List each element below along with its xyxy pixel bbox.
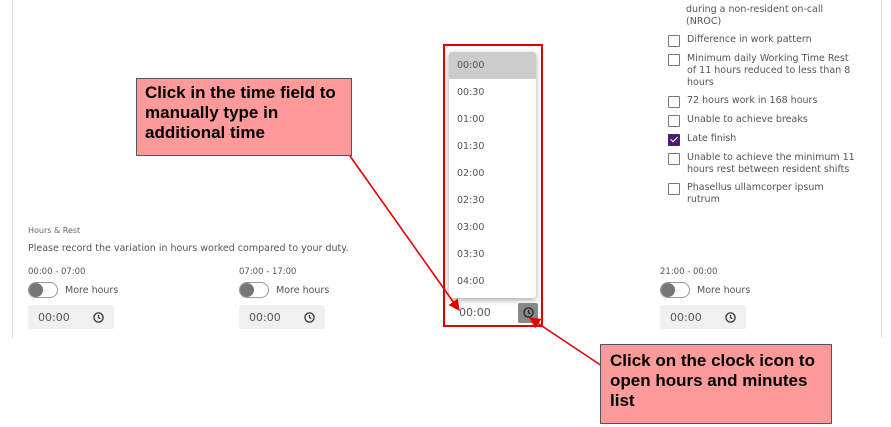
checkbox-icon[interactable]: [668, 183, 680, 195]
time-option[interactable]: 03:00: [449, 214, 536, 241]
more-hours-toggle-row: More hours: [28, 282, 158, 298]
toggle-label: More hours: [276, 284, 330, 296]
time-value: 00:00: [670, 310, 702, 324]
clock-icon[interactable]: [725, 311, 736, 323]
checkbox-icon[interactable]: [668, 96, 680, 108]
time-option[interactable]: 00:30: [449, 79, 536, 106]
time-input[interactable]: 00:00: [28, 305, 114, 329]
checkbox-min-11-hours-rest[interactable]: Unable to achieve the minimum 11 hours r…: [668, 152, 858, 176]
more-hours-toggle-row: More hours: [239, 282, 369, 298]
time-slot-00-07: 00:00 - 07:00 More hours 00:00: [28, 267, 158, 329]
checkbox-icon[interactable]: [668, 54, 680, 66]
active-time-value[interactable]: 00:00: [449, 306, 491, 319]
time-option[interactable]: 00:00: [449, 52, 536, 79]
checkbox-label: Late finish: [687, 133, 737, 144]
truncated-line-2: (NROC): [686, 16, 722, 27]
more-hours-toggle-row: More hours: [660, 282, 790, 298]
time-value: 00:00: [249, 310, 281, 324]
checkmark-icon[interactable]: [668, 134, 680, 146]
checkbox-72-hours[interactable]: 72 hours work in 168 hours: [668, 95, 858, 108]
time-options-dropdown: 00:00 00:30 01:00 01:30 02:00 02:30 03:0…: [449, 52, 536, 298]
more-hours-toggle[interactable]: [660, 282, 690, 298]
more-hours-toggle[interactable]: [28, 282, 58, 298]
more-hours-toggle[interactable]: [239, 282, 269, 298]
toggle-knob: [240, 283, 254, 297]
checkbox-late-finish[interactable]: Late finish: [668, 133, 858, 146]
time-option[interactable]: 04:00: [449, 268, 536, 295]
callout-time-field: Click in the time field to manually type…: [136, 78, 352, 156]
checklist-truncated-item: during a non-resident on-call (NROC): [668, 4, 858, 28]
time-option[interactable]: 01:30: [449, 133, 536, 160]
checkbox-phasellus[interactable]: Phasellus ullamcorper ipsum rutrum: [668, 182, 858, 206]
clock-icon[interactable]: [304, 311, 315, 323]
variation-reasons-checklist: during a non-resident on-call (NROC) Dif…: [668, 4, 858, 212]
toggle-knob: [661, 283, 675, 297]
active-time-input[interactable]: 00:00: [449, 300, 538, 325]
time-option[interactable]: 03:30: [449, 241, 536, 268]
time-option[interactable]: 02:00: [449, 160, 536, 187]
checkbox-label: Difference in work pattern: [687, 34, 812, 45]
toggle-label: More hours: [697, 284, 751, 296]
checkbox-difference-in-work-pattern[interactable]: Difference in work pattern: [668, 34, 858, 47]
slot-range-label: 21:00 - 00:00: [660, 267, 718, 277]
time-option[interactable]: 02:30: [449, 187, 536, 214]
checkbox-icon[interactable]: [668, 115, 680, 127]
checkbox-label: Unable to achieve breaks: [687, 114, 808, 125]
checkbox-label: Minimum daily Working Time Rest of 11 ho…: [687, 53, 851, 88]
section-title: Hours & Rest: [28, 226, 81, 235]
time-input[interactable]: 00:00: [239, 305, 325, 329]
time-value: 00:00: [38, 310, 70, 324]
checkbox-min-daily-rest[interactable]: Minimum daily Working Time Rest of 11 ho…: [668, 53, 858, 89]
checkbox-label: Phasellus ullamcorper ipsum rutrum: [687, 182, 824, 205]
checkbox-label: 72 hours work in 168 hours: [687, 95, 818, 106]
slot-range-label: 00:00 - 07:00: [28, 267, 86, 277]
clock-icon[interactable]: [518, 302, 538, 323]
checkbox-label: Unable to achieve the minimum 11 hours r…: [687, 152, 855, 175]
time-input[interactable]: 00:00: [660, 305, 746, 329]
toggle-label: More hours: [65, 284, 119, 296]
checkbox-icon[interactable]: [668, 153, 680, 165]
time-slot-07-17: 07:00 - 17:00 More hours 00:00: [239, 267, 369, 329]
time-slot-21-00: 21:00 - 00:00 More hours 00:00: [660, 267, 790, 329]
callout-clock-icon: Click on the clock icon to open hours an…: [600, 344, 832, 424]
section-description: Please record the variation in hours wor…: [28, 243, 349, 254]
clock-icon[interactable]: [93, 311, 104, 323]
time-option[interactable]: 01:00: [449, 106, 536, 133]
toggle-knob: [29, 283, 43, 297]
checkbox-icon[interactable]: [668, 35, 680, 47]
truncated-line-1: during a non-resident on-call: [686, 4, 824, 15]
checkbox-unable-breaks[interactable]: Unable to achieve breaks: [668, 114, 858, 127]
slot-range-label: 07:00 - 17:00: [239, 267, 297, 277]
